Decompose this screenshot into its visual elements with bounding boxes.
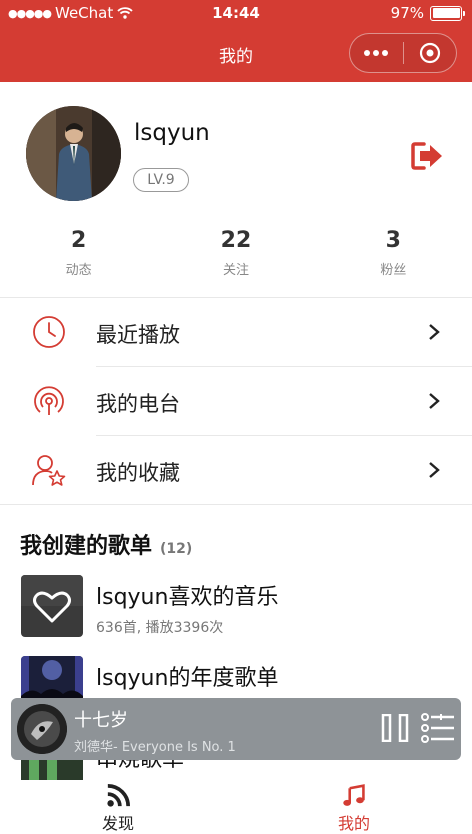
avatar-photo [26, 106, 121, 201]
stat-value: 22 [220, 228, 252, 253]
playlist-button[interactable] [421, 713, 455, 743]
heart-icon [21, 575, 83, 637]
battery-percent: 97% [390, 4, 424, 22]
stat-label: 关注 [222, 263, 249, 278]
favorite-user-icon [32, 455, 66, 486]
menu-list: 最近播放 我的电台 我的收藏 [0, 298, 472, 505]
menu-item-label: 我的电台 [96, 392, 180, 416]
playlist-name: lsqyun喜欢的音乐 [96, 585, 279, 610]
rss-icon [107, 784, 130, 807]
music-note-icon [343, 784, 365, 806]
menu-item-label: 我的收藏 [96, 461, 180, 485]
avatar[interactable] [26, 106, 121, 201]
more-button[interactable] [350, 50, 403, 56]
stats-row: 2 动态 22 关注 3 粉丝 [0, 228, 472, 288]
tab-mine[interactable]: 我的 [236, 780, 472, 834]
album-disc [17, 704, 67, 754]
stat-label: 粉丝 [380, 263, 407, 278]
username: lsqyun [134, 120, 210, 146]
radio-icon [34, 386, 64, 415]
target-icon [419, 42, 440, 64]
close-button[interactable] [403, 42, 456, 64]
tab-label: 我的 [337, 814, 370, 833]
tab-bar: 发现 我的 [0, 780, 472, 834]
status-bar: ●●●●● WeChat 14:44 97% [0, 0, 472, 26]
profile-section: lsqyun LV.9 [0, 82, 472, 212]
playlist-item[interactable]: lsqyun喜欢的音乐 636首, 播放3396次 [0, 575, 472, 655]
mini-program-capsule [349, 33, 457, 73]
pause-button[interactable] [381, 714, 409, 742]
status-right: 97% [390, 4, 465, 22]
stat-posts[interactable]: 2 动态 [0, 228, 157, 288]
playlists-header: 我创建的歌单 (12) [20, 528, 192, 560]
mini-player[interactable]: 十七岁 刘德华- Everyone Is No. 1 [11, 698, 461, 760]
divider [0, 504, 472, 505]
chevron-right-icon [429, 462, 440, 478]
stat-following[interactable]: 22 关注 [157, 228, 314, 288]
tab-label: 发现 [101, 814, 134, 833]
now-playing-title: 十七岁 [74, 710, 128, 731]
logout-icon [411, 142, 442, 170]
menu-item-radio[interactable]: 我的电台 [0, 367, 472, 436]
now-playing-artist: 刘德华- Everyone Is No. 1 [74, 740, 236, 755]
clock-icon [33, 316, 65, 348]
menu-item-recent[interactable]: 最近播放 [0, 298, 472, 367]
playlist-name: lsqyun的年度歌单 [96, 666, 279, 691]
stat-value: 3 [385, 228, 401, 253]
tab-discover[interactable]: 发现 [0, 780, 236, 834]
album-art-image [17, 704, 67, 754]
chevron-right-icon [429, 324, 440, 340]
playlists-count: (12) [160, 541, 193, 557]
stat-value: 2 [71, 228, 87, 253]
nav-bar: 我的 [0, 26, 472, 82]
logout-button[interactable] [410, 140, 444, 176]
level-badge: LV.9 [133, 168, 189, 192]
stat-followers[interactable]: 3 粉丝 [315, 228, 472, 288]
playlist-cover [21, 575, 83, 637]
chevron-right-icon [429, 393, 440, 409]
stat-label: 动态 [65, 263, 92, 278]
menu-item-label: 最近播放 [96, 323, 180, 347]
battery-icon [430, 5, 465, 21]
playlists-title: 我创建的歌单 [20, 534, 153, 559]
playlist-meta: 636首, 播放3396次 [96, 620, 224, 636]
menu-item-favorites[interactable]: 我的收藏 [0, 436, 472, 505]
